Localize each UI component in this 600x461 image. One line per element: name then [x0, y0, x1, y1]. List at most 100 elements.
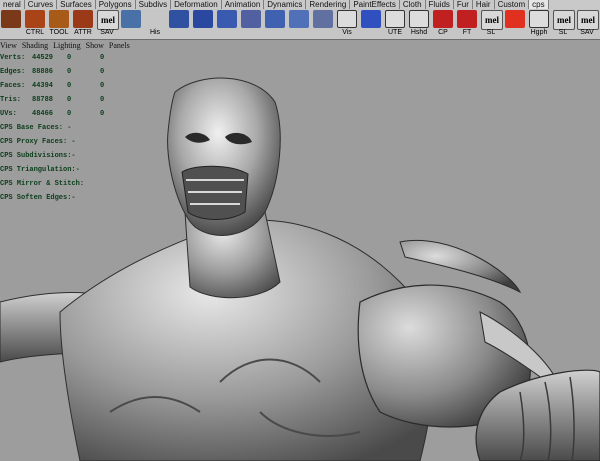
hud-stat-row: Faces: 44394 0 0: [0, 82, 104, 90]
shelf-button-ute[interactable]: UTE: [384, 9, 406, 38]
shelf-button-icon-10[interactable]: [240, 9, 262, 38]
split-icon: [241, 10, 261, 28]
tab-dynamics[interactable]: Dynamics: [264, 0, 307, 9]
attr-icon: [73, 10, 93, 28]
shelf-button-icon-7[interactable]: [168, 9, 190, 38]
shelf-button-icon-12[interactable]: [288, 9, 310, 38]
wedge-icon: [265, 10, 285, 28]
cube-icon: [169, 10, 189, 28]
shelf-button-hshd[interactable]: Hshd: [408, 9, 430, 38]
hud-stat-row: Tris: 88788 0 0: [0, 96, 104, 104]
shelf-button-label: SL: [486, 29, 496, 36]
shelf-button-icon-8[interactable]: [192, 9, 214, 38]
shelf-button-icon-13[interactable]: [312, 9, 334, 38]
blank-icon: [409, 10, 429, 28]
blank-icon: [337, 10, 357, 28]
tab-animation[interactable]: Animation: [222, 0, 265, 9]
shelf-button-label: Vis: [342, 29, 352, 36]
shelf-button-tool[interactable]: TOOL: [48, 9, 70, 38]
tab-subdivs[interactable]: Subdivs: [136, 0, 172, 9]
extrude-icon: [313, 10, 333, 28]
tab-neral[interactable]: neral: [0, 0, 25, 9]
ctrl-icon: [25, 10, 45, 28]
hud-stat-value: 0: [100, 68, 105, 76]
hud-stat-label: Verts:: [0, 54, 26, 62]
tab-fluids[interactable]: Fluids: [426, 0, 454, 9]
shelf-button-vis[interactable]: Vis: [336, 9, 358, 38]
hud-stat-value: 88788: [32, 96, 54, 104]
model-armor-spike: [399, 240, 522, 294]
hud-stat-value: 0: [100, 96, 105, 104]
tab-rendering[interactable]: Rendering: [306, 0, 351, 9]
pyramid-icon: [361, 10, 381, 28]
hud-stat-value: 44529: [32, 54, 54, 62]
shelf-button-label: Hgph: [530, 29, 548, 36]
tab-hair[interactable]: Hair: [473, 0, 495, 9]
shelf-button-label: TOOL: [49, 29, 69, 36]
shelf-button-label: CP: [438, 29, 448, 36]
hud-cps-line: CPS Proxy Faces: -: [0, 138, 76, 146]
shelf-button-sl[interactable]: mel SL: [552, 9, 575, 38]
hud-stat-value: 0: [67, 54, 72, 62]
arrow-icon: [433, 10, 453, 28]
shelf-button-icon-5[interactable]: [120, 9, 142, 38]
shelf-button-icon-15[interactable]: [360, 9, 382, 38]
shelf-button-sav[interactable]: mel SAV: [96, 9, 119, 38]
shelf-button-label: FT: [462, 29, 472, 36]
menu-show[interactable]: Show: [86, 40, 104, 52]
tab-cloth[interactable]: Cloth: [400, 0, 426, 9]
mel-icon: mel: [553, 10, 575, 30]
menu-view[interactable]: View: [0, 40, 17, 52]
shelf-button-attr[interactable]: ATTR: [72, 9, 94, 38]
shelf-button-his[interactable]: His: [144, 9, 166, 38]
shelf-button-sl[interactable]: mel SL: [480, 9, 503, 38]
shelf-button-label: CTRL: [25, 29, 45, 36]
tab-surfaces[interactable]: Surfaces: [57, 0, 96, 9]
viewport-3d[interactable]: [0, 52, 600, 461]
history-icon: [145, 10, 165, 28]
shelf-button-ft[interactable]: FT: [456, 9, 478, 38]
menu-shading[interactable]: Shading: [22, 40, 48, 52]
hud-stat-value: 44394: [32, 82, 54, 90]
hud-stat-row: Verts: 44529 0 0: [0, 54, 104, 62]
tab-painteffects[interactable]: PaintEffects: [350, 0, 400, 9]
mel-icon: mel: [577, 10, 599, 30]
tab-cps[interactable]: cps: [529, 0, 549, 9]
hud-stat-row: UVs: 48466 0 0: [0, 110, 104, 118]
hud-stat-row: Edges: 88886 0 0: [0, 68, 104, 76]
hud-stat-label: Tris:: [0, 96, 22, 104]
hud-cps-line: CPS Soften Edges:-: [0, 194, 76, 202]
shelf-button-ctrl[interactable]: CTRL: [24, 9, 46, 38]
hud-cps-line: CPS Mirror & Stitch:: [0, 180, 85, 188]
tab-fur[interactable]: Fur: [454, 0, 473, 9]
merge-icon: [289, 10, 309, 28]
shelf-button-label: SAV: [580, 29, 594, 36]
menu-lighting[interactable]: Lighting: [53, 40, 81, 52]
hud-stat-label: Faces:: [0, 82, 26, 90]
tab-polygons[interactable]: Polygons: [96, 0, 136, 9]
blank-icon: [529, 10, 549, 28]
shelf-button-icon-11[interactable]: [264, 9, 286, 38]
shelf-button-label: His: [149, 29, 161, 36]
shelf-button-sav[interactable]: mel SAV: [576, 9, 599, 38]
shelf-button-icon-9[interactable]: [216, 9, 238, 38]
shelf-button-label: ATTR: [74, 29, 92, 36]
shelf-button-label: UTE: [388, 29, 402, 36]
hud-stat-label: Edges:: [0, 68, 26, 76]
hud-cps-line: CPS Base Faces: -: [0, 124, 72, 132]
tab-custom[interactable]: Custom: [495, 0, 530, 9]
mel-icon: mel: [97, 10, 119, 30]
shelf-button-label: SL: [558, 29, 568, 36]
menu-panels[interactable]: Panels: [109, 40, 130, 52]
hud-stat-value: 0: [100, 82, 105, 90]
shelf-button-cp[interactable]: CP: [432, 9, 454, 38]
hud-stat-value: 0: [100, 110, 105, 118]
tab-curves[interactable]: Curves: [25, 0, 58, 9]
target-icon: [505, 10, 525, 28]
tab-deformation[interactable]: Deformation: [171, 0, 222, 9]
hud-cps-line: CPS Subdivisions:-: [0, 152, 76, 160]
shelf-button-icon-0[interactable]: [0, 9, 22, 38]
shelf-button-icon-21[interactable]: [504, 9, 526, 38]
hud-stat-value: 0: [67, 82, 72, 90]
shelf-button-hgph[interactable]: Hgph: [528, 9, 550, 38]
